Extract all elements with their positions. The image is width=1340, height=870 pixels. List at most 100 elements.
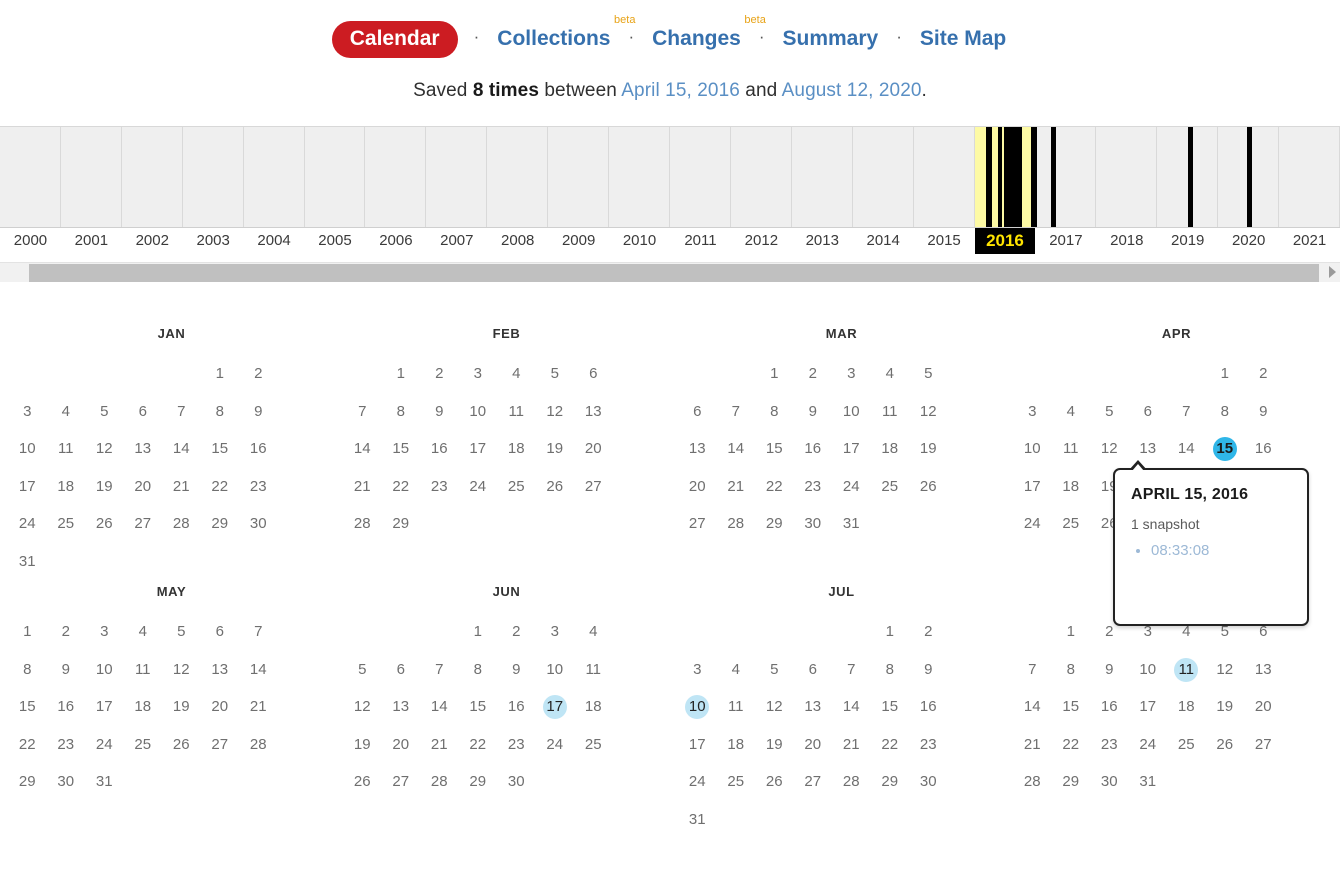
calendar-day-apr-16: 16	[1245, 434, 1283, 464]
timeline-year-label-2007[interactable]: 2007	[426, 228, 487, 254]
timeline-year-label-2004[interactable]: 2004	[244, 228, 305, 254]
timeline-year-label-2021[interactable]: 2021	[1279, 228, 1340, 254]
month-label: JUL	[828, 584, 855, 599]
timeline-year-label-2019[interactable]: 2019	[1157, 228, 1218, 254]
timeline-year-label-2012[interactable]: 2012	[731, 228, 792, 254]
calendar-day-jul-2: 2	[910, 617, 948, 647]
calendar-day-apr-25: 25	[1052, 509, 1090, 539]
timeline-year-cell-2007[interactable]	[426, 127, 488, 227]
timeline-year-cell-2000[interactable]	[0, 127, 61, 227]
timeline-year-label-2008[interactable]: 2008	[487, 228, 548, 254]
timeline-snapshot-bar[interactable]	[1003, 127, 1022, 227]
calendar-day-feb-1: 1	[382, 359, 420, 389]
scroll-right-arrow-icon[interactable]	[1329, 266, 1336, 278]
timeline-year-cell-2014[interactable]	[853, 127, 914, 227]
timeline-year-label-2016[interactable]: 2016	[974, 228, 1036, 254]
day-number: 30	[1100, 773, 1118, 790]
day-number: 15	[881, 698, 899, 715]
timeline-year-cell-2008[interactable]	[487, 127, 549, 227]
day-number: 30	[804, 515, 822, 532]
timeline-year-cell-2003[interactable]	[183, 127, 244, 227]
timeline-year-cell-2002[interactable]	[122, 127, 183, 227]
timeline-year-label-2020[interactable]: 2020	[1218, 228, 1279, 254]
day-number: 25	[1177, 735, 1195, 753]
first-snapshot-date-link[interactable]: April 15, 2016	[621, 80, 740, 101]
calendar-day-may-2: 2	[47, 617, 85, 647]
timeline-snapshot-bar[interactable]	[1187, 127, 1193, 227]
timeline-scrollbar[interactable]	[0, 262, 1340, 282]
calendar-day-jun-17[interactable]: 17	[536, 692, 574, 722]
nav-item-summary[interactable]: Summary	[781, 27, 881, 51]
timeline-year-label-2013[interactable]: 2013	[792, 228, 853, 254]
timeline-year-cell-2004[interactable]	[244, 127, 305, 227]
calendar-day-jul-10[interactable]: 10	[679, 692, 717, 722]
timeline-year-label-2010[interactable]: 2010	[609, 228, 670, 254]
calendar-day-aug-29: 29	[1052, 767, 1090, 797]
day-number: 23	[249, 477, 267, 495]
timeline-year-label-2005[interactable]: 2005	[305, 228, 366, 254]
day-number: 3	[23, 402, 32, 420]
timeline-year-cell-2009[interactable]	[548, 127, 610, 227]
calendar-day-empty	[1091, 359, 1129, 389]
timeline-year-label-2001[interactable]: 2001	[61, 228, 122, 254]
timeline-year-cell-2006[interactable]	[365, 127, 427, 227]
calendar-day-aug-11[interactable]: 11	[1168, 655, 1206, 685]
calendar-day-apr-5: 5	[1091, 397, 1129, 427]
timeline-snapshot-bar[interactable]	[985, 127, 992, 227]
calendar-day-jan-9: 9	[240, 397, 278, 427]
day-number: 28	[353, 515, 371, 532]
timeline-year-cell-2001[interactable]	[61, 127, 122, 227]
calendar-day-empty	[756, 805, 794, 835]
timeline-year-cell-2010[interactable]	[609, 127, 670, 227]
calendar-month-jun: JUN 1 2 3 4 5 6 7 8 9 10 11 12 13 14 15 16 17 18 19 20 21 22 23…	[335, 584, 670, 842]
timeline-year-label-2006[interactable]: 2006	[365, 228, 426, 254]
timeline-snapshot-bar[interactable]	[1030, 127, 1037, 227]
nav-item-collections[interactable]: Collections beta	[495, 14, 635, 51]
timeline-year-cell-2018[interactable]	[1096, 127, 1158, 227]
timeline-year-cell-2005[interactable]	[305, 127, 366, 227]
calendar-day-empty	[124, 359, 162, 389]
calendar-day-jul-30: 30	[910, 767, 948, 797]
timeline-year-label-2017[interactable]: 2017	[1035, 228, 1096, 254]
timeline-strip[interactable]	[0, 126, 1340, 228]
timeline-year-label-2000[interactable]: 2000	[0, 228, 61, 254]
day-number: 10	[95, 660, 113, 678]
calendar-day-apr-15[interactable]: 15	[1206, 434, 1244, 464]
tooltip-snapshot-time[interactable]: 08:33:08	[1151, 540, 1291, 563]
timeline-year-label-2011[interactable]: 2011	[670, 228, 731, 254]
timeline-year-cell-2017[interactable]	[1035, 127, 1097, 227]
timeline-year-label-2002[interactable]: 2002	[122, 228, 183, 254]
calendar-day-empty	[717, 617, 755, 647]
timeline-year-cell-2015[interactable]	[914, 127, 975, 227]
timeline-year-cell-2021[interactable]	[1279, 127, 1340, 227]
timeline-year-label-2009[interactable]: 2009	[548, 228, 609, 254]
calendar-week: 31	[678, 805, 1005, 843]
timeline-year-cell-2013[interactable]	[792, 127, 853, 227]
timeline-snapshot-bar[interactable]	[997, 127, 1002, 227]
timeline-year-label-2003[interactable]: 2003	[183, 228, 244, 254]
nav-item-calendar[interactable]: Calendar	[331, 20, 458, 58]
timeline-snapshot-bar[interactable]	[1051, 127, 1057, 227]
timeline-year-cell-2011[interactable]	[670, 127, 731, 227]
day-number: 8	[473, 660, 482, 678]
timeline-scroll-thumb[interactable]	[29, 264, 1319, 282]
day-number: 31	[18, 552, 36, 570]
nav-item-changes[interactable]: Changes beta	[650, 14, 766, 51]
day-number: 28	[842, 773, 860, 790]
nav-item-site-map[interactable]: Site Map	[918, 27, 1008, 51]
day-number: 23	[430, 477, 448, 495]
day-number: 6	[138, 402, 147, 420]
timeline-snapshot-bar[interactable]	[1246, 127, 1252, 227]
beta-badge-changes: beta	[744, 14, 766, 26]
timeline-year-label-2015[interactable]: 2015	[914, 228, 975, 254]
last-snapshot-date-link[interactable]: August 12, 2020	[782, 80, 922, 101]
calendar-day-jun-6: 6	[382, 655, 420, 685]
timeline-year-label-2014[interactable]: 2014	[853, 228, 914, 254]
calendar-day-jun-12: 12	[344, 692, 382, 722]
month-label: MAY	[156, 584, 187, 599]
timeline-year-label-2018[interactable]: 2018	[1096, 228, 1157, 254]
calendar-day-apr-24: 24	[1014, 509, 1052, 539]
day-number: 25	[507, 477, 525, 495]
timeline-year-cell-2012[interactable]	[731, 127, 792, 227]
day-number: 28	[430, 773, 448, 790]
